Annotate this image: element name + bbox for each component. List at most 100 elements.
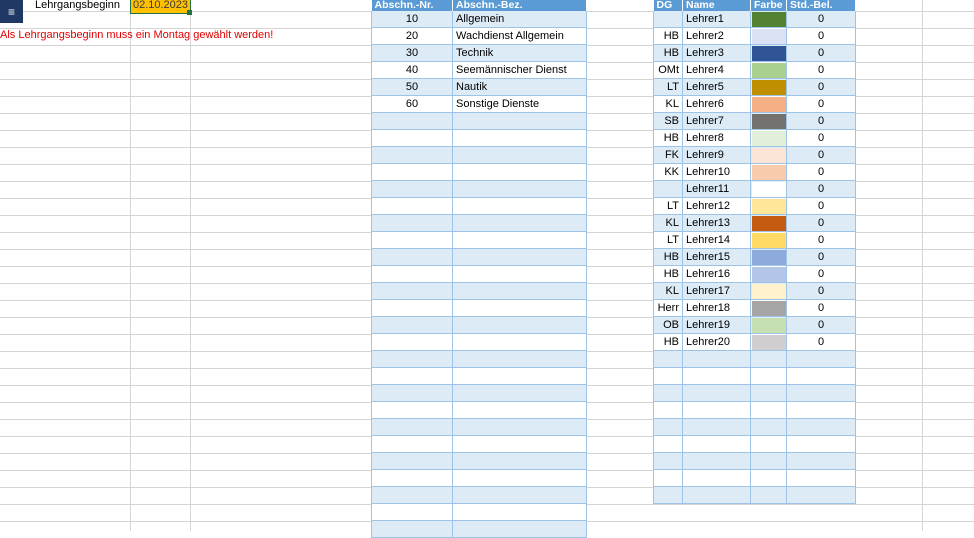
teacher-color-cell[interactable] xyxy=(750,435,787,453)
teacher-name-cell[interactable] xyxy=(682,469,751,487)
teacher-dg-cell[interactable] xyxy=(653,435,683,453)
teacher-dg-cell[interactable]: LT xyxy=(653,197,683,215)
teacher-name-cell[interactable]: Lehrer15 xyxy=(682,248,751,266)
teacher-hours-cell[interactable] xyxy=(786,486,856,504)
teacher-hours-cell[interactable]: 0 xyxy=(786,299,856,317)
teacher-name-cell[interactable]: Lehrer10 xyxy=(682,163,751,181)
teacher-dg-cell[interactable]: HB xyxy=(653,44,683,62)
section-number-cell[interactable] xyxy=(371,129,453,147)
teacher-dg-cell[interactable] xyxy=(653,384,683,402)
teacher-dg-cell[interactable] xyxy=(653,486,683,504)
teacher-name-cell[interactable] xyxy=(682,401,751,419)
section-name-cell[interactable] xyxy=(452,214,587,232)
section-name-cell[interactable] xyxy=(452,520,587,538)
section-number-cell[interactable] xyxy=(371,350,453,368)
teacher-dg-cell[interactable]: HB xyxy=(653,27,683,45)
teacher-name-cell[interactable] xyxy=(682,418,751,436)
section-name-cell[interactable] xyxy=(452,112,587,130)
teacher-color-cell[interactable] xyxy=(750,163,787,181)
section-name-cell[interactable] xyxy=(452,163,587,181)
section-name-cell[interactable] xyxy=(452,333,587,351)
section-name-cell[interactable]: Wachdienst Allgemein xyxy=(452,27,587,45)
teacher-hours-cell[interactable]: 0 xyxy=(786,27,856,45)
teacher-hours-cell[interactable] xyxy=(786,435,856,453)
section-number-cell[interactable] xyxy=(371,146,453,164)
teacher-color-cell[interactable] xyxy=(750,282,787,300)
teacher-hours-cell[interactable]: 0 xyxy=(786,61,856,79)
fill-handle[interactable] xyxy=(187,10,192,15)
section-number-cell[interactable] xyxy=(371,486,453,504)
teacher-dg-cell[interactable] xyxy=(653,452,683,470)
teacher-dg-cell[interactable]: OB xyxy=(653,316,683,334)
section-name-cell[interactable] xyxy=(452,197,587,215)
section-number-cell[interactable]: 50 xyxy=(371,78,453,96)
section-name-cell[interactable] xyxy=(452,503,587,521)
section-number-cell[interactable] xyxy=(371,163,453,181)
teacher-dg-cell[interactable] xyxy=(653,401,683,419)
section-number-cell[interactable] xyxy=(371,435,453,453)
section-number-cell[interactable]: 10 xyxy=(371,11,453,28)
teacher-color-cell[interactable] xyxy=(750,112,787,130)
teacher-color-cell[interactable] xyxy=(750,129,787,147)
section-name-cell[interactable] xyxy=(452,350,587,368)
teacher-hours-cell[interactable]: 0 xyxy=(786,112,856,130)
teacher-name-cell[interactable] xyxy=(682,367,751,385)
teacher-color-cell[interactable] xyxy=(750,401,787,419)
section-name-cell[interactable]: Nautik xyxy=(452,78,587,96)
teacher-dg-cell[interactable]: KL xyxy=(653,282,683,300)
section-name-cell[interactable] xyxy=(452,401,587,419)
teacher-color-cell[interactable] xyxy=(750,61,787,79)
teacher-color-cell[interactable] xyxy=(750,486,787,504)
teacher-dg-cell[interactable]: FK xyxy=(653,146,683,164)
teacher-hours-cell[interactable]: 0 xyxy=(786,78,856,96)
section-number-cell[interactable] xyxy=(371,282,453,300)
section-number-cell[interactable] xyxy=(371,367,453,385)
teacher-color-cell[interactable] xyxy=(750,469,787,487)
section-name-cell[interactable] xyxy=(452,486,587,504)
teacher-name-cell[interactable]: Lehrer9 xyxy=(682,146,751,164)
teacher-dg-cell[interactable]: Herr xyxy=(653,299,683,317)
teacher-hours-cell[interactable]: 0 xyxy=(786,282,856,300)
section-number-cell[interactable] xyxy=(371,418,453,436)
teacher-dg-cell[interactable]: KK xyxy=(653,163,683,181)
section-number-cell[interactable] xyxy=(371,333,453,351)
teacher-hours-cell[interactable]: 0 xyxy=(786,231,856,249)
teacher-color-cell[interactable] xyxy=(750,316,787,334)
teacher-hours-cell[interactable] xyxy=(786,418,856,436)
teacher-hours-cell[interactable] xyxy=(786,350,856,368)
teacher-dg-cell[interactable]: HB xyxy=(653,129,683,147)
teacher-dg-cell[interactable] xyxy=(653,367,683,385)
section-number-cell[interactable] xyxy=(371,503,453,521)
teacher-dg-cell[interactable] xyxy=(653,469,683,487)
teacher-color-cell[interactable] xyxy=(750,44,787,62)
header-dg[interactable]: DG xyxy=(653,0,683,11)
section-name-cell[interactable]: Technik xyxy=(452,44,587,62)
teacher-dg-cell[interactable] xyxy=(653,418,683,436)
teacher-color-cell[interactable] xyxy=(750,418,787,436)
teacher-color-cell[interactable] xyxy=(750,146,787,164)
teacher-color-cell[interactable] xyxy=(750,333,787,351)
teacher-color-cell[interactable] xyxy=(750,299,787,317)
teacher-hours-cell[interactable]: 0 xyxy=(786,214,856,232)
teacher-dg-cell[interactable]: HB xyxy=(653,333,683,351)
section-name-cell[interactable] xyxy=(452,469,587,487)
section-number-cell[interactable] xyxy=(371,180,453,198)
section-name-cell[interactable] xyxy=(452,367,587,385)
section-name-cell[interactable] xyxy=(452,248,587,266)
teacher-hours-cell[interactable] xyxy=(786,384,856,402)
section-number-cell[interactable] xyxy=(371,401,453,419)
teacher-name-cell[interactable] xyxy=(682,384,751,402)
teacher-name-cell[interactable] xyxy=(682,350,751,368)
section-number-cell[interactable] xyxy=(371,214,453,232)
header-section-name[interactable]: Abschn.-Bez. xyxy=(452,0,587,11)
teacher-color-cell[interactable] xyxy=(750,350,787,368)
teacher-hours-cell[interactable] xyxy=(786,401,856,419)
teacher-hours-cell[interactable]: 0 xyxy=(786,129,856,147)
section-name-cell[interactable] xyxy=(452,418,587,436)
teacher-hours-cell[interactable]: 0 xyxy=(786,316,856,334)
section-number-cell[interactable] xyxy=(371,265,453,283)
teacher-dg-cell[interactable]: HB xyxy=(653,248,683,266)
section-number-cell[interactable]: 30 xyxy=(371,44,453,62)
teacher-hours-cell[interactable]: 0 xyxy=(786,95,856,113)
teacher-hours-cell[interactable]: 0 xyxy=(786,265,856,283)
